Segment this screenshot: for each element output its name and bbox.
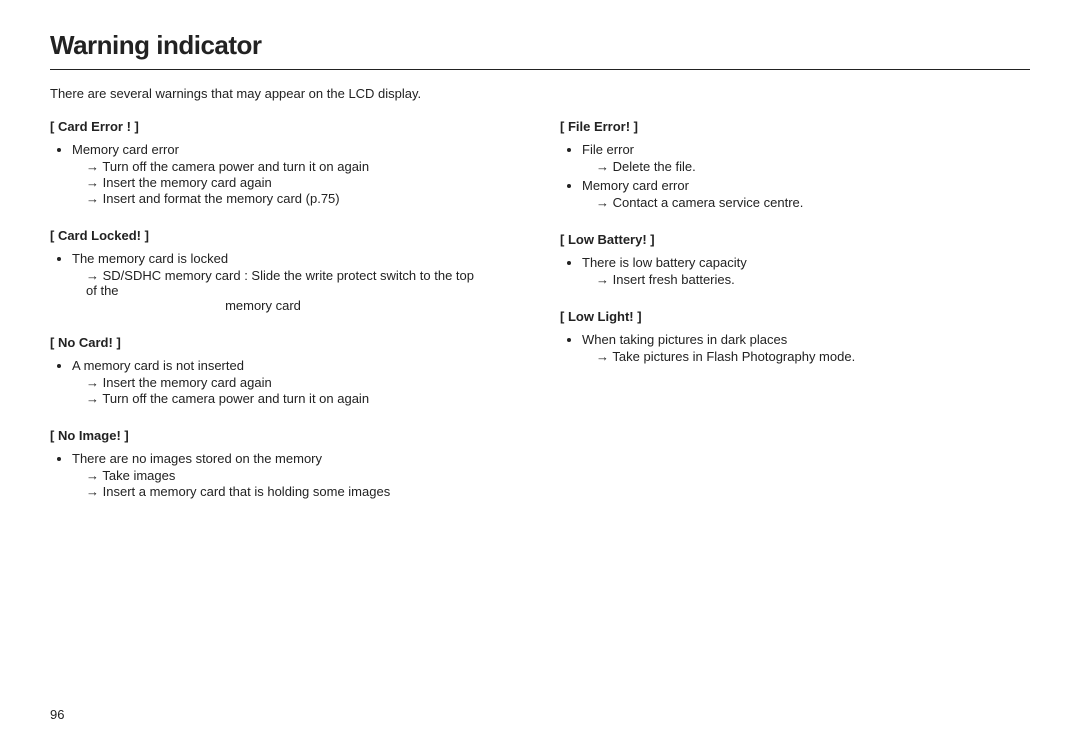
section-low-battery: [ Low Battery! ] There is low battery ca…: [560, 232, 1030, 287]
low-battery-bullet-1: There is low battery capacity Insert fre…: [582, 255, 1030, 287]
low-battery-sub-1: Insert fresh batteries.: [596, 272, 1030, 287]
no-image-title: [ No Image! ]: [50, 428, 520, 443]
section-no-image: [ No Image! ] There are no images stored…: [50, 428, 520, 499]
section-card-locked: [ Card Locked! ] The memory card is lock…: [50, 228, 520, 313]
no-card-sub-2: Turn off the camera power and turn it on…: [86, 391, 520, 406]
section-low-light: [ Low Light! ] When taking pictures in d…: [560, 309, 1030, 364]
file-error-bullet-2: Memory card error Contact a camera servi…: [582, 178, 1030, 210]
left-column: [ Card Error ! ] Memory card error Turn …: [50, 119, 560, 521]
low-light-bullet-1: When taking pictures in dark places Take…: [582, 332, 1030, 364]
page-number: 96: [50, 707, 64, 722]
card-locked-bullet-1: The memory card is locked SD/SDHC memory…: [72, 251, 520, 313]
card-error-sub-1: Turn off the camera power and turn it on…: [86, 159, 520, 174]
card-locked-title: [ Card Locked! ]: [50, 228, 520, 243]
card-error-bullet-1: Memory card error Turn off the camera po…: [72, 142, 520, 206]
no-image-bullet-1: There are no images stored on the memory…: [72, 451, 520, 499]
title-divider: [50, 69, 1030, 70]
section-no-card: [ No Card! ] A memory card is not insert…: [50, 335, 520, 406]
file-error-bullet-1: File error Delete the file.: [582, 142, 1030, 174]
no-card-bullet-1: A memory card is not inserted Insert the…: [72, 358, 520, 406]
section-card-error: [ Card Error ! ] Memory card error Turn …: [50, 119, 520, 206]
file-error-sub-1: Delete the file.: [596, 159, 1030, 174]
card-error-sub-2: Insert the memory card again: [86, 175, 520, 190]
content-columns: [ Card Error ! ] Memory card error Turn …: [50, 119, 1030, 521]
file-error-sub-2: Contact a camera service centre.: [596, 195, 1030, 210]
file-error-title: [ File Error! ]: [560, 119, 1030, 134]
page-title: Warning indicator: [50, 30, 1030, 61]
low-light-sub-1: Take pictures in Flash Photography mode.: [596, 349, 1030, 364]
card-error-title: [ Card Error ! ]: [50, 119, 520, 134]
no-card-title: [ No Card! ]: [50, 335, 520, 350]
no-image-sub-1: Take images: [86, 468, 520, 483]
no-image-sub-2: Insert a memory card that is holding som…: [86, 484, 520, 499]
low-light-title: [ Low Light! ]: [560, 309, 1030, 324]
card-error-sub-3: Insert and format the memory card (p.75): [86, 191, 520, 206]
card-locked-sub-1: SD/SDHC memory card : Slide the write pr…: [86, 268, 520, 313]
low-battery-title: [ Low Battery! ]: [560, 232, 1030, 247]
intro-text: There are several warnings that may appe…: [50, 86, 1030, 101]
right-column: [ File Error! ] File error Delete the fi…: [560, 119, 1030, 521]
section-file-error: [ File Error! ] File error Delete the fi…: [560, 119, 1030, 210]
no-card-sub-1: Insert the memory card again: [86, 375, 520, 390]
